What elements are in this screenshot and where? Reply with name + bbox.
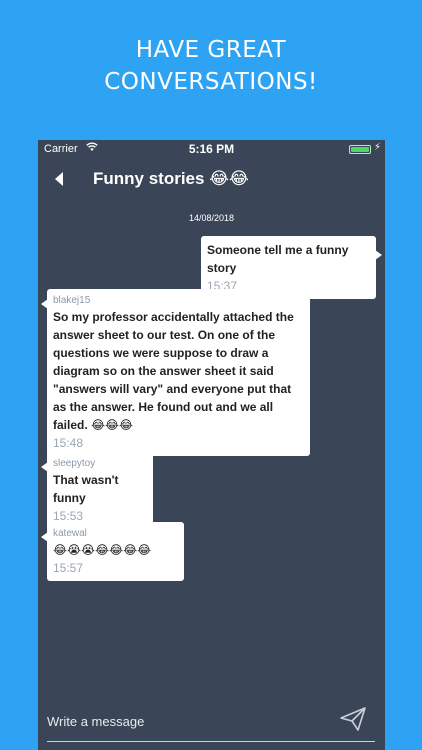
input-underline — [47, 741, 375, 742]
message-text: That wasn't funny — [53, 473, 119, 505]
promo-headline: HAVE GREAT CONVERSATIONS! — [0, 34, 422, 98]
message-text: So my professor accidentally attached th… — [53, 310, 294, 432]
phone-screen: Carrier 5:16 PM ⚡ Funny stories 😂😂 14/08… — [38, 140, 385, 750]
message-time: 15:57 — [53, 561, 84, 575]
message-author: blakej15 — [53, 295, 91, 306]
send-icon[interactable] — [338, 704, 368, 734]
message-author: sleepytoy — [53, 458, 96, 469]
status-bar: Carrier 5:16 PM ⚡ — [38, 140, 385, 158]
message-input[interactable] — [47, 710, 327, 732]
message-text: 😂😭😭😂😂😂😂 — [53, 543, 152, 557]
conversation-title: Funny stories 😂😂 — [93, 169, 249, 188]
bubble-tail — [41, 462, 48, 472]
message-author: katewal — [53, 528, 87, 539]
message-bubble-incoming[interactable]: sleepytoy That wasn't funny 15:53 — [41, 452, 153, 529]
status-time: 5:16 PM — [188, 142, 235, 156]
message-composer — [38, 700, 385, 750]
message-text: Someone tell me a funny story — [207, 243, 349, 275]
charging-icon: ⚡ — [373, 142, 381, 153]
nav-bar: Funny stories 😂😂 — [38, 162, 385, 198]
message-bubble-incoming[interactable]: blakej15 So my professor accidentally at… — [41, 289, 310, 456]
bubble-tail — [41, 299, 48, 309]
message-bubble-incoming[interactable]: katewal 😂😭😭😂😂😂😂 15:57 — [41, 522, 184, 581]
message-time: 15:48 — [53, 436, 84, 450]
bubble-tail — [375, 250, 382, 260]
promo-line-2: CONVERSATIONS! — [104, 69, 318, 95]
promo-line-1: HAVE GREAT — [135, 37, 287, 63]
back-arrow-icon[interactable] — [52, 170, 66, 188]
bubble-tail — [41, 532, 48, 542]
date-separator: 14/08/2018 — [188, 213, 235, 223]
battery-icon — [349, 145, 371, 154]
